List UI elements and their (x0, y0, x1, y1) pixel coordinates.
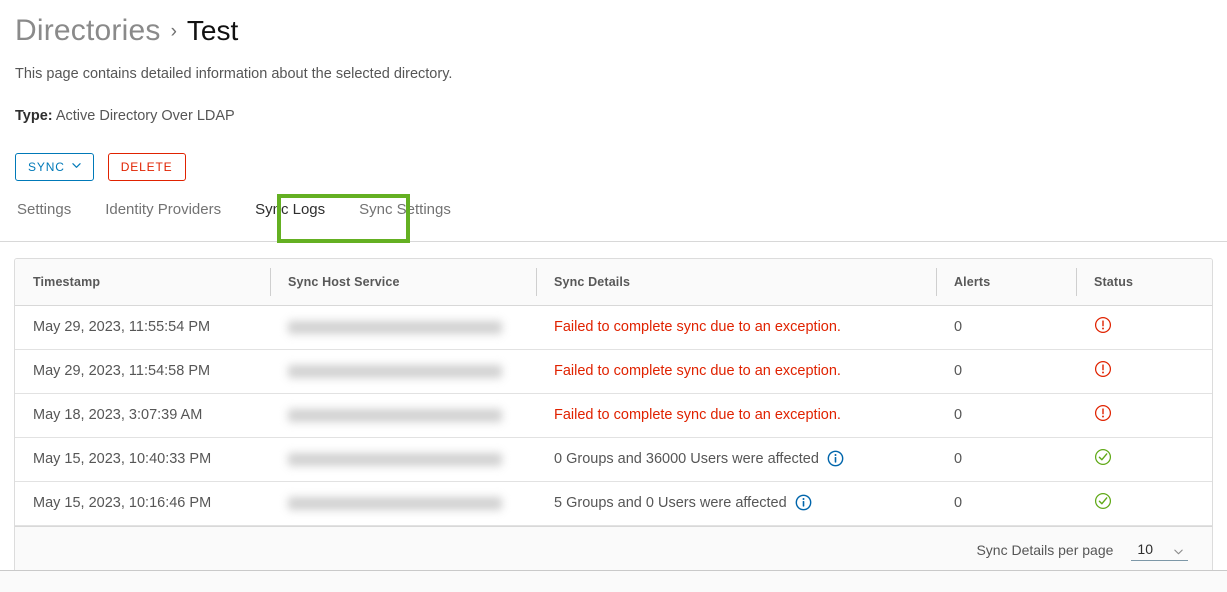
cell-sync-details: Failed to complete sync due to an except… (536, 305, 936, 350)
chevron-down-icon (72, 161, 81, 170)
cell-alerts: 0 (936, 305, 1076, 350)
column-header-sync-details[interactable]: Sync Details (536, 259, 936, 306)
cell-alerts: 0 (936, 481, 1076, 526)
redacted-host-value (288, 452, 502, 466)
cell-sync-host-service (270, 305, 536, 350)
breadcrumb: Directories › Test (15, 14, 238, 48)
directory-type-label: Type: (15, 108, 53, 124)
sync-details-content: Failed to complete sync due to an except… (554, 363, 936, 379)
tab-sync-logs[interactable]: Sync Logs (255, 196, 325, 234)
action-bar: SYNC DELETE (15, 153, 186, 181)
tab-bar-divider (0, 241, 1227, 242)
table-row[interactable]: May 29, 2023, 11:55:54 PM Failed to compl… (15, 305, 1212, 350)
column-header-alerts[interactable]: Alerts (936, 259, 1076, 306)
per-page-label: Sync Details per page (976, 542, 1114, 558)
error-circle-icon[interactable] (1094, 404, 1112, 426)
page-subtitle: This page contains detailed information … (15, 66, 453, 82)
cell-timestamp: May 18, 2023, 3:07:39 AM (15, 393, 270, 438)
error-circle-icon[interactable] (1094, 360, 1112, 382)
column-header-timestamp[interactable]: Timestamp (15, 259, 270, 306)
cell-status (1076, 305, 1212, 350)
redacted-host-value (288, 496, 502, 510)
table-row[interactable]: May 15, 2023, 10:16:46 PM 5 Groups and 0 … (15, 481, 1212, 526)
redacted-host-value (288, 320, 502, 334)
breadcrumb-separator-icon: › (170, 21, 177, 42)
error-circle-icon[interactable] (1094, 316, 1112, 338)
sync-details-text: Failed to complete sync due to an except… (554, 319, 841, 335)
table-header: Timestamp Sync Host Service Sync Details… (15, 259, 1212, 306)
cell-timestamp: May 15, 2023, 10:16:46 PM (15, 481, 270, 526)
table-row[interactable]: May 15, 2023, 10:40:33 PM 0 Groups and 36… (15, 437, 1212, 482)
page-bottom-area (0, 571, 1227, 592)
cell-sync-host-service (270, 481, 536, 526)
directory-type-value: Active Directory Over LDAP (55, 108, 235, 124)
breadcrumb-parent-link[interactable]: Directories (15, 14, 161, 48)
cell-status (1076, 437, 1212, 482)
cell-status (1076, 349, 1212, 394)
cell-sync-host-service (270, 393, 536, 438)
table-row[interactable]: May 18, 2023, 3:07:39 AM Failed to comple… (15, 393, 1212, 438)
sync-details-content: 0 Groups and 36000 Users were affected (554, 449, 936, 470)
cell-sync-details: 5 Groups and 0 Users were affected (536, 481, 936, 526)
cell-sync-details: Failed to complete sync due to an except… (536, 349, 936, 394)
cell-sync-details: 0 Groups and 36000 Users were affected (536, 437, 936, 482)
directory-type-row: Type: Active Directory Over LDAP (15, 108, 235, 124)
redacted-host-value (288, 408, 502, 422)
cell-status (1076, 393, 1212, 438)
table-body: May 29, 2023, 11:55:54 PM Failed to compl… (15, 305, 1212, 526)
column-header-sync-host-service[interactable]: Sync Host Service (270, 259, 536, 306)
success-check-circle-icon[interactable] (1094, 492, 1112, 514)
cell-timestamp: May 29, 2023, 11:54:58 PM (15, 349, 270, 394)
cell-timestamp: May 29, 2023, 11:55:54 PM (15, 305, 270, 350)
sync-details-text: Failed to complete sync due to an except… (554, 363, 841, 379)
info-icon[interactable] (795, 494, 812, 515)
sync-details-text: 0 Groups and 36000 Users were affected (554, 451, 819, 467)
sync-button-label: SYNC (28, 160, 65, 174)
info-icon[interactable] (827, 450, 844, 471)
delete-button[interactable]: DELETE (107, 153, 186, 181)
tab-sync-settings[interactable]: Sync Settings (359, 196, 451, 234)
per-page-select[interactable]: 10 (1131, 539, 1188, 561)
sync-details-text: 5 Groups and 0 Users were affected (554, 495, 787, 511)
sync-details-content: Failed to complete sync due to an except… (554, 319, 936, 335)
cell-alerts: 0 (936, 349, 1076, 394)
sync-details-content: Failed to complete sync due to an except… (554, 407, 936, 423)
sync-button[interactable]: SYNC (15, 153, 94, 181)
sync-logs-table: Timestamp Sync Host Service Sync Details… (15, 259, 1212, 526)
cell-alerts: 0 (936, 393, 1076, 438)
tab-bar: Settings Identity Providers Sync Logs Sy… (0, 196, 1227, 242)
chevron-down-icon (1173, 544, 1184, 555)
table-row[interactable]: May 29, 2023, 11:54:58 PM Failed to compl… (15, 349, 1212, 394)
table-header-row: Timestamp Sync Host Service Sync Details… (15, 259, 1212, 306)
page-title: Test (186, 15, 239, 46)
redacted-host-value (288, 364, 502, 378)
cell-sync-host-service (270, 437, 536, 482)
cell-sync-details: Failed to complete sync due to an except… (536, 393, 936, 438)
sync-details-content: 5 Groups and 0 Users were affected (554, 493, 936, 514)
sync-logs-table-card: Timestamp Sync Host Service Sync Details… (14, 258, 1213, 575)
table-footer: Sync Details per page 10 (15, 525, 1212, 574)
cell-alerts: 0 (936, 437, 1076, 482)
directory-detail-page: Directories › Test This page contains de… (0, 0, 1227, 592)
sync-details-text: Failed to complete sync due to an except… (554, 407, 841, 423)
tab-settings[interactable]: Settings (17, 196, 71, 234)
column-header-status[interactable]: Status (1076, 259, 1212, 306)
per-page-value: 10 (1137, 541, 1153, 557)
cell-timestamp: May 15, 2023, 10:40:33 PM (15, 437, 270, 482)
tab-identity-providers[interactable]: Identity Providers (105, 196, 221, 234)
delete-button-label: DELETE (120, 160, 173, 174)
cell-status (1076, 481, 1212, 526)
success-check-circle-icon[interactable] (1094, 448, 1112, 470)
cell-sync-host-service (270, 349, 536, 394)
